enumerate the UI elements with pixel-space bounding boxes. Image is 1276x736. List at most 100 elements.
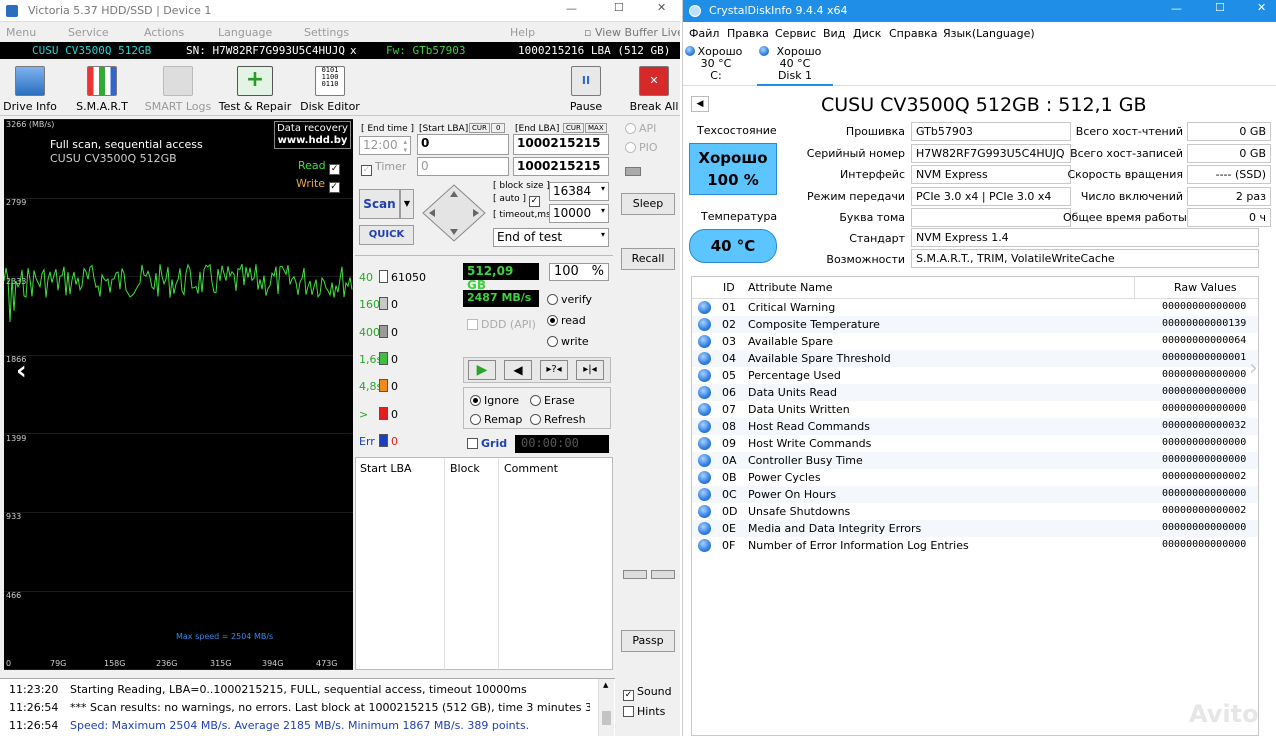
timer-checkbox[interactable]: ✓ Timer: [361, 160, 406, 176]
col-attribute-name[interactable]: Attribute Name: [748, 281, 833, 294]
maximize-icon[interactable]: ☐: [1215, 1, 1225, 14]
attribute-row[interactable]: 06 Data Units Read 00000000000000: [692, 384, 1258, 401]
end-of-test-select[interactable]: End of test ▾: [493, 228, 609, 247]
refresh-radio[interactable]: Refresh: [530, 413, 586, 426]
menu-item[interactable]: Language: [218, 26, 272, 39]
scan-dropdown[interactable]: ▼: [400, 189, 414, 219]
scroll-thumb[interactable]: [602, 711, 611, 725]
col-comment[interactable]: Comment: [504, 462, 558, 475]
menu-item[interactable]: Сервис: [775, 27, 816, 40]
minimize-icon[interactable]: —: [1171, 2, 1182, 15]
seek-icon[interactable]: ▸?◂: [540, 360, 568, 380]
close-icon[interactable]: ✕: [1257, 1, 1266, 14]
data-recovery-badge[interactable]: Data recovery www.hdd.by: [274, 121, 351, 149]
menu-item[interactable]: Вид: [823, 27, 845, 40]
spinner-icon[interactable]: ▴ ▾: [403, 138, 407, 154]
health-status-button[interactable]: Хорошо 100 %: [689, 143, 777, 195]
scroll-up-icon[interactable]: ▲: [603, 681, 608, 689]
cur-button[interactable]: CUR: [469, 123, 490, 133]
next-arrow-icon[interactable]: ›: [1249, 356, 1258, 381]
menu-item[interactable]: Service: [68, 26, 109, 39]
pause-button[interactable]: II Pause: [564, 64, 608, 116]
menu-item[interactable]: Help: [510, 26, 535, 39]
menu-item[interactable]: Файл: [689, 27, 719, 40]
quick-button[interactable]: QUICK: [359, 225, 414, 245]
attribute-row[interactable]: 02 Composite Temperature 00000000000139: [692, 316, 1258, 333]
menu-item[interactable]: Язык(Language): [943, 27, 1035, 40]
mini-button[interactable]: [651, 570, 675, 579]
attribute-row[interactable]: 05 Percentage Used 00000000000000: [692, 367, 1258, 384]
pio-radio[interactable]: PIO: [625, 141, 658, 154]
timeout-select[interactable]: 10000 ▾: [549, 204, 609, 223]
read-checkbox[interactable]: ✓: [329, 164, 341, 175]
end-lba-field-2[interactable]: 1000215215: [513, 157, 609, 176]
attribute-row[interactable]: 08 Host Read Commands 00000000000032: [692, 418, 1258, 435]
grid-checkbox[interactable]: Grid: [467, 437, 507, 450]
end-time-field[interactable]: 12:00 ▴ ▾: [359, 136, 411, 155]
close-icon[interactable]: ✕: [657, 1, 666, 14]
ddd-checkbox[interactable]: DDD (API): [467, 318, 536, 331]
timer-field[interactable]: 0: [417, 157, 509, 176]
api-radio[interactable]: API: [625, 122, 656, 135]
attribute-row[interactable]: 0D Unsafe Shutdowns 00000000000002: [692, 503, 1258, 520]
attribute-row[interactable]: 03 Available Spare 00000000000064: [692, 333, 1258, 350]
menu-item[interactable]: Menu: [6, 26, 36, 39]
verify-radio[interactable]: verify: [547, 293, 592, 306]
col-start-lba[interactable]: Start LBA: [360, 462, 412, 475]
ignore-radio[interactable]: Ignore: [470, 394, 519, 407]
menu-item[interactable]: Actions: [144, 26, 184, 39]
attribute-row[interactable]: 0B Power Cycles 00000000000002: [692, 469, 1258, 486]
sleep-button[interactable]: Sleep: [621, 193, 675, 215]
block-size-select[interactable]: 16384 ▾: [549, 182, 609, 201]
temperature-button[interactable]: 40 °C: [689, 229, 777, 263]
smart-logs-button[interactable]: SMART Logs: [144, 64, 212, 116]
disk-tab-disk1[interactable]: Хорошо 40 °C Disk 1: [757, 44, 833, 86]
menu-item[interactable]: Settings: [304, 26, 349, 39]
attribute-row[interactable]: 09 Host Write Commands 00000000000000: [692, 435, 1258, 452]
mini-button[interactable]: [623, 570, 647, 579]
disk-tab-c[interactable]: Хорошо 30 °C C:: [683, 44, 749, 86]
attribute-row[interactable]: 01 Critical Warning 00000000000000: [692, 299, 1258, 316]
attribute-row[interactable]: 04 Available Spare Threshold 0000000000000…: [692, 350, 1258, 367]
start-lba-field[interactable]: 0: [417, 134, 509, 155]
attribute-row[interactable]: 0A Controller Busy Time 00000000000000: [692, 452, 1258, 469]
rewind-icon[interactable]: ◀: [504, 360, 532, 380]
maximize-icon[interactable]: ☐: [614, 1, 624, 14]
menu-item[interactable]: Диск: [853, 27, 881, 40]
erase-radio[interactable]: Erase: [530, 394, 575, 407]
scan-button[interactable]: Scan: [359, 189, 400, 219]
menu-item[interactable]: Правка: [727, 27, 769, 40]
sound-checkbox[interactable]: ✓ Sound: [623, 685, 672, 701]
attribute-row[interactable]: 0E Media and Data Integrity Errors 0000000…: [692, 520, 1258, 537]
drive-model[interactable]: CUSU CV3500Q 512GB: [32, 44, 151, 57]
col-raw-values[interactable]: Raw Values: [1174, 281, 1237, 294]
col-block[interactable]: Block: [450, 462, 480, 475]
prev-arrow-icon[interactable]: ‹: [16, 356, 27, 386]
prev-disk-button[interactable]: ◀: [691, 96, 709, 112]
read-legend[interactable]: Read ✓: [298, 159, 343, 175]
hints-checkbox[interactable]: Hints: [623, 705, 665, 718]
col-id[interactable]: ID: [723, 281, 735, 294]
end-lba-field[interactable]: 1000215215: [513, 134, 609, 155]
remap-radio[interactable]: Remap: [470, 413, 522, 426]
test-repair-button[interactable]: + Test & Repair: [218, 64, 292, 116]
disk-editor-button[interactable]: 0101 1100 0110 Disk Editor: [298, 64, 362, 116]
direction-pad[interactable]: [421, 183, 487, 243]
cur-end-button[interactable]: CUR: [563, 123, 584, 133]
auto-checkbox[interactable]: [ auto ] ✓: [493, 194, 543, 207]
minimize-icon[interactable]: —: [566, 2, 577, 15]
break-all-button[interactable]: ✕ Break All: [628, 64, 680, 116]
log-scrollbar[interactable]: ▲: [598, 679, 614, 736]
drive-info-button[interactable]: Drive Info: [2, 64, 58, 116]
smart-button[interactable]: S.M.A.R.T: [72, 64, 132, 116]
max-button[interactable]: MAX: [585, 123, 607, 133]
attribute-row[interactable]: 0C Power On Hours 00000000000000: [692, 486, 1258, 503]
write-legend[interactable]: Write ✓: [296, 177, 343, 193]
recall-button[interactable]: Recall: [621, 248, 675, 270]
menu-item[interactable]: Справка: [889, 27, 937, 40]
attribute-row[interactable]: 0F Number of Error Information Log Entrie…: [692, 537, 1258, 554]
passp-button[interactable]: Passp: [621, 630, 675, 652]
attribute-row[interactable]: 07 Data Units Written 00000000000000: [692, 401, 1258, 418]
write-checkbox[interactable]: ✓: [328, 182, 340, 193]
view-buffer-toggle[interactable]: ▫ View Buffer Live: [584, 26, 680, 39]
